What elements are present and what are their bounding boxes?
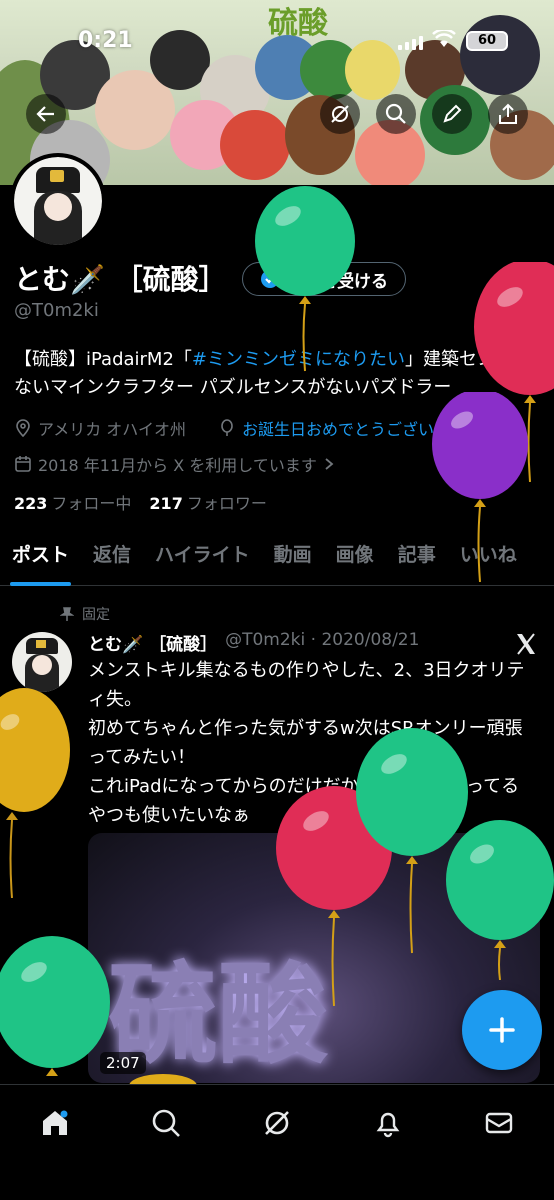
search-icon (152, 1109, 181, 1137)
profile-birthday: お誕生日おめでとうございます。 (218, 416, 480, 440)
tweet-avatar[interactable] (12, 632, 72, 692)
followers-link[interactable]: 217 フォロワー (149, 490, 266, 514)
tweet-header: とむ🗡️ ［硫酸］ @T0m2ki · 2020/08/21 (88, 630, 419, 655)
tab-replies[interactable]: 返信 (81, 536, 143, 586)
profile-location: アメリカ オハイオ州 (14, 416, 186, 440)
followers-count: 217 (149, 494, 183, 513)
tweet-author-name[interactable]: とむ🗡️ ［硫酸］ (88, 630, 217, 655)
location-pin-icon (16, 419, 30, 437)
share-button[interactable] (488, 94, 528, 134)
profile-bio: 【硫酸】iPadairM2「#ミンミンゼミになりたい」建築センスがないマインクラ… (14, 346, 544, 402)
home-icon (43, 1110, 68, 1135)
tab-photos[interactable]: 画像 (324, 536, 386, 586)
status-time: 0:21 (78, 28, 133, 53)
bio-hashtag-link[interactable]: #ミンミンゼミになりたい (192, 349, 405, 370)
nav-grok[interactable] (257, 1103, 297, 1143)
profile-name-row: とむ🗡️ ［硫酸］ (14, 258, 227, 298)
get-verified-label: 認証を受ける (286, 271, 388, 292)
profile-name: とむ🗡️ ［硫酸］ (14, 263, 227, 296)
signal-icon (398, 36, 423, 50)
birthday-text: お誕生日おめでとうございます。 (242, 420, 481, 439)
nav-notifications[interactable] (368, 1103, 408, 1143)
tweet-line: メンストキル集なるもの作りやした、2、3日クオリティ失。 (88, 660, 525, 710)
tab-articles[interactable]: 記事 (386, 536, 448, 586)
tweet-line: これiPadになってからのだけだからスマホに入ってるやつも使いたいなぁ (88, 776, 520, 826)
profile-joined[interactable]: 2018 年11月から X を利用しています (14, 452, 335, 476)
following-label: フォロー中 (51, 494, 132, 513)
wifi-icon (432, 30, 456, 47)
following-link[interactable]: 223 フォロー中 (14, 490, 131, 514)
followers-label: フォロワー (186, 494, 267, 513)
share-icon (499, 103, 517, 124)
joined-text: 2018 年11月から X を利用しています (38, 456, 317, 475)
tab-posts[interactable]: ポスト (0, 536, 81, 586)
calendar-icon (15, 456, 31, 472)
tab-videos[interactable]: 動画 (262, 536, 324, 586)
profile-handle: @T0m2ki (14, 300, 99, 321)
edit-button[interactable] (432, 94, 472, 134)
bell-icon (376, 1112, 400, 1138)
status-bar: 0:21 60 (0, 0, 554, 70)
location-text: アメリカ オハイオ州 (38, 420, 186, 439)
search-button[interactable] (376, 94, 416, 134)
pencil-icon (443, 104, 462, 123)
tweet-handle-date: @T0m2ki · 2020/08/21 (225, 630, 420, 650)
follow-stats: 223 フォロー中 217 フォロワー (14, 490, 267, 514)
get-verified-button[interactable]: 認証を受ける (242, 262, 406, 296)
back-button[interactable] (26, 94, 66, 134)
balloon-icon (0, 688, 70, 898)
verified-badge-icon (261, 270, 279, 288)
bio-prefix: 【硫酸】iPadairM2「 (14, 349, 192, 370)
pin-icon (60, 607, 74, 621)
mail-icon (485, 1112, 512, 1134)
nav-search[interactable] (146, 1103, 186, 1143)
compose-button[interactable] (462, 990, 542, 1070)
tweet-line: 初めてちゃんと作った気がするw次はSRオンリー頑張ってみたい！ (88, 718, 523, 768)
grok-icon (265, 1111, 289, 1135)
nav-messages[interactable] (479, 1103, 519, 1143)
bottom-navigation (0, 1084, 554, 1200)
chevron-right-icon (325, 458, 334, 470)
balloon-icon (221, 419, 233, 436)
profile-avatar[interactable] (10, 153, 106, 249)
following-count: 223 (14, 494, 48, 513)
plus-icon (489, 1017, 515, 1043)
tab-likes[interactable]: いいね (448, 536, 529, 586)
grok-icon (331, 105, 349, 123)
video-duration: 2:07 (100, 1052, 146, 1074)
arrow-left-icon (36, 106, 54, 122)
x-logo-icon[interactable] (514, 632, 538, 656)
battery-indicator: 60 (466, 31, 508, 51)
nav-home[interactable] (35, 1103, 75, 1143)
pinned-label: 固定 (82, 607, 110, 623)
pinned-indicator: 固定 (60, 604, 110, 624)
profile-tabs: ポスト 返信 ハイライト 動画 画像 記事 いいね (0, 536, 554, 586)
grok-button[interactable] (320, 94, 360, 134)
tab-highlights[interactable]: ハイライト (143, 536, 262, 586)
search-icon (385, 103, 406, 124)
tweet-text: メンストキル集なるもの作りやした、2、3日クオリティ失。 初めてちゃんと作った気… (88, 656, 528, 830)
